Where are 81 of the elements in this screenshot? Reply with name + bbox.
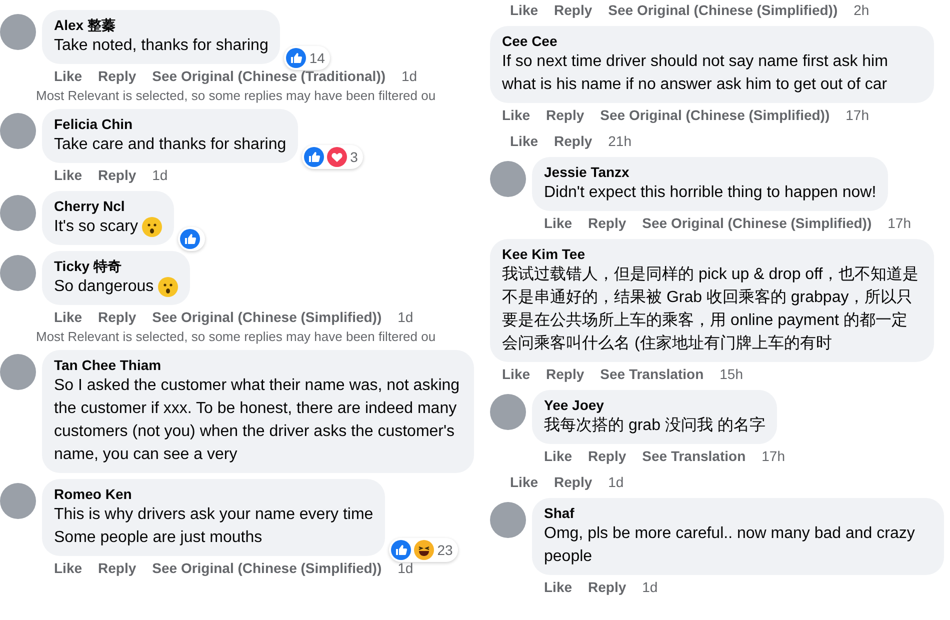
comment-action-link[interactable]: See Original (Chinese (Simplified)) [600, 107, 830, 123]
reaction-badge[interactable]: 3 [302, 145, 363, 169]
comment-text: 我每次搭的 grab 没问我 的名字 [544, 416, 766, 436]
comment-text: It's so scary [54, 217, 138, 237]
comment-action-link[interactable]: Like [54, 68, 82, 84]
comment-time: 1d [402, 68, 418, 84]
filter-notice: Most Relevant is selected, so some replies may have been filtered ou [36, 329, 436, 344]
comment-action-link[interactable]: Reply [98, 68, 136, 84]
comment-time: 1d [398, 560, 414, 576]
commenter-name[interactable]: Ticky 特奇 [54, 257, 178, 275]
comment-action-link[interactable]: Reply [554, 474, 592, 490]
comment-action-link[interactable]: Reply [98, 560, 136, 576]
reaction-count: 3 [350, 149, 358, 165]
comment-action-link[interactable]: Like [510, 133, 538, 149]
comment-action-link[interactable]: Like [510, 474, 538, 490]
laughing-face-icon [414, 540, 434, 560]
comment-action-link[interactable]: Reply [98, 309, 136, 325]
comment-action-link[interactable]: Like [54, 309, 82, 325]
comment-action-link[interactable]: Like [502, 366, 530, 382]
comment-text: So dangerous [54, 277, 154, 297]
comment-action-link[interactable]: See Translation [642, 448, 746, 464]
comment-action-link[interactable]: See Original (Chinese (Simplified)) [152, 560, 382, 576]
comment-text: 我试过载错人，但是同样的 pick up & drop off，也不知道是不是串通好的，结果被 Grab 收回乘客的 grabpay，所以只要是在公共场所上车的乘客，用 online payment 的都一定会问乘客叫什么名 (住家地址有门牌上车的有时 [502, 264, 920, 354]
comment-time: 1d [642, 579, 658, 595]
like-reaction-icon [391, 540, 412, 560]
reaction-badge[interactable]: 23 [389, 538, 458, 562]
comment-action-link[interactable]: Like [54, 560, 82, 576]
comment-time: 1d [608, 474, 624, 490]
like-reaction-icon [304, 147, 324, 167]
comment-action-link[interactable]: Reply [588, 215, 626, 231]
commenter-name[interactable]: Kee Kim Tee [502, 245, 922, 263]
comment-text: If so next time driver should not say name first ask him what is his name if no answer ask him to get out of car [502, 52, 889, 95]
comment-text: So I asked the customer what their name was, not asking the customer if xxx. To be honest, there are indeed many customers (not you) when the driver asks the customer's name, you can see a very [54, 376, 461, 465]
comment-action-link[interactable]: See Translation [600, 366, 704, 382]
comment-action-link[interactable]: Reply [98, 167, 136, 183]
comment-action-link[interactable]: Reply [546, 366, 584, 382]
filter-notice: Most Relevant is selected, so some replies may have been filtered ou [36, 88, 436, 103]
comment-time: 17h [762, 448, 785, 464]
heart-reaction-icon [327, 147, 348, 167]
commenter-name[interactable]: Cherry Ncl [54, 197, 162, 215]
comment-time: 17h [888, 215, 911, 231]
comment-text: Didn't expect this horrible thing to happen now! [544, 183, 876, 203]
comment-text: This is why drivers ask your name every time Some people are just mouths [54, 505, 374, 548]
comment-action-link[interactable]: Like [544, 448, 572, 464]
comment-action-link[interactable]: Like [502, 107, 530, 123]
comment-time: 17h [846, 107, 869, 123]
comment-action-link[interactable]: Reply [588, 448, 626, 464]
commenter-name[interactable]: Cee Cee [502, 32, 922, 50]
comment-action-link[interactable]: Like [544, 579, 572, 595]
commenter-name[interactable]: Shaf [544, 504, 932, 522]
comment-time: 1d [152, 167, 168, 183]
comment-time: 2h [854, 2, 870, 18]
reaction-badge[interactable] [178, 227, 205, 251]
comment-time: 1d [398, 309, 414, 325]
comment-action-link[interactable]: See Original (Chinese (Traditional)) [152, 68, 386, 84]
commenter-name[interactable]: Romeo Ken [54, 485, 374, 503]
comment-text: Take noted, thanks for sharing [54, 36, 268, 56]
comment-action-link[interactable]: See Original (Chinese (Simplified)) [642, 215, 872, 231]
commenter-name[interactable]: Alex 整蓁 [54, 16, 268, 34]
comment-time: 21h [608, 133, 632, 149]
reaction-count: 14 [309, 50, 325, 66]
comment-action-link[interactable]: Like [54, 167, 82, 183]
comment-action-link[interactable]: Reply [588, 579, 626, 595]
commenter-name[interactable]: Jessie Tanzx [544, 163, 876, 181]
comment-action-link[interactable]: Reply [554, 2, 592, 18]
commenter-name[interactable]: Yee Joey [544, 396, 766, 414]
comment-action-link[interactable]: Reply [554, 133, 592, 149]
like-reaction-icon [180, 229, 200, 249]
like-reaction-icon [286, 48, 306, 68]
reaction-count: 23 [437, 542, 453, 558]
comment-action-link[interactable]: See Original (Chinese (Simplified)) [608, 2, 838, 18]
comment-time: 15h [720, 366, 743, 382]
commenter-name[interactable]: Felicia Chin [54, 115, 286, 133]
comment-text: Take care and thanks for sharing [54, 135, 286, 155]
comment-action-link[interactable]: Reply [546, 107, 584, 123]
comment-action-link[interactable]: Like [544, 215, 572, 231]
comment-action-link[interactable]: See Original (Chinese (Simplified)) [152, 309, 382, 325]
comment-text: Omg, pls be more careful.. now many bad and crazy people [544, 524, 916, 567]
reaction-badge[interactable]: 14 [284, 46, 330, 70]
commenter-name[interactable]: Tan Chee Thiam [54, 356, 462, 374]
comment-action-link[interactable]: Like [510, 2, 538, 18]
